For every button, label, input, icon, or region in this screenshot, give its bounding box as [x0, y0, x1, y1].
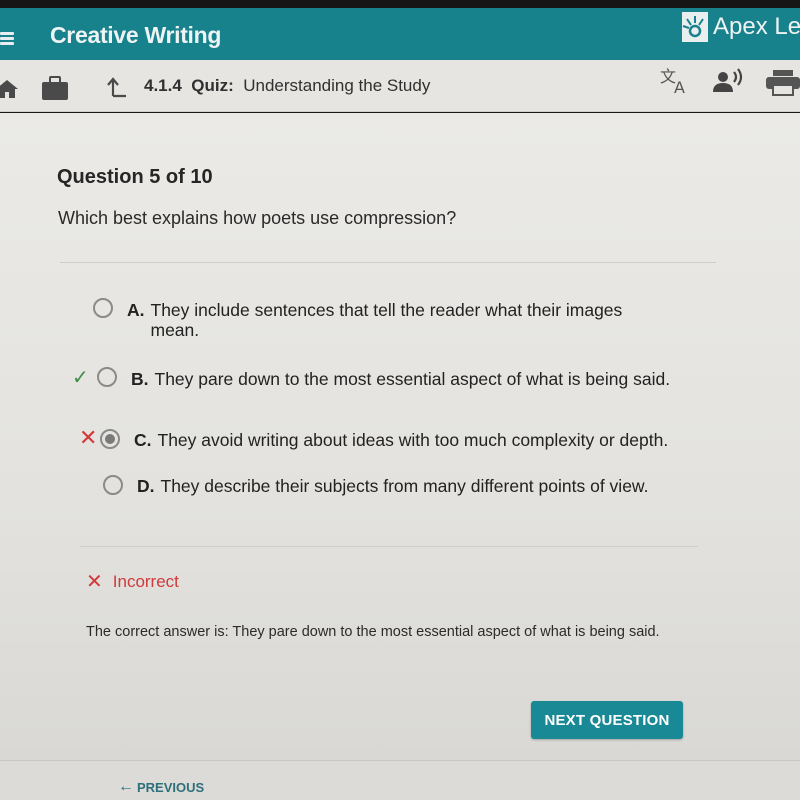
option-text: They pare down to the most essential asp… [154, 369, 671, 389]
left-arrow-icon: ← [118, 778, 134, 795]
divider [60, 262, 716, 263]
option-b[interactable]: B. They pare down to the most essential a… [131, 369, 691, 389]
option-letter: B. [131, 369, 149, 389]
briefcase-icon[interactable] [42, 76, 68, 105]
option-text: They include sentences that tell the rea… [150, 300, 623, 340]
option-b-radio[interactable] [97, 367, 117, 387]
question-text: Which best explains how poets use compre… [58, 208, 457, 228]
screen-bezel [0, 0, 800, 8]
feedback-label: Incorrect [112, 571, 179, 591]
brand-name: Apex Lea [713, 13, 800, 40]
incorrect-x-icon: ✕ [79, 425, 98, 450]
breadcrumb: 4.1.4 Quiz: Understanding the Study [144, 76, 430, 96]
option-c-radio[interactable] [100, 429, 120, 449]
next-question-button[interactable]: NEXT QUESTION [531, 701, 683, 739]
lesson-title: Understanding the Study [243, 76, 431, 95]
previous-button[interactable]: ← PREVIOUS [118, 778, 204, 796]
correct-answer-text: The correct answer is: They pare down to… [86, 624, 660, 640]
option-text: They describe their subjects from many d… [160, 476, 649, 496]
brand: Apex Lea [682, 12, 800, 42]
option-letter: C. [134, 430, 152, 450]
option-d-radio[interactable] [103, 475, 123, 495]
option-a-radio[interactable] [93, 298, 113, 318]
previous-label: PREVIOUS [137, 779, 205, 795]
option-d[interactable]: D. They describe their subjects from many… [137, 476, 717, 496]
feedback-status: ✕ Incorrect [86, 569, 179, 594]
translate-icon[interactable]: 文 A [660, 66, 692, 99]
app-title: Creative Writing [50, 22, 222, 48]
incorrect-icon: ✕ [86, 571, 103, 593]
option-letter: D. [137, 476, 155, 496]
divider [80, 546, 698, 547]
svg-text:A: A [674, 78, 685, 94]
question-number: Question 5 of 10 [57, 166, 213, 188]
lesson-type: Quiz: [191, 76, 234, 95]
apex-logo-icon [682, 12, 708, 42]
hamburger-menu-icon[interactable] [0, 32, 14, 46]
up-arrow-icon[interactable] [106, 76, 128, 103]
correct-check-icon: ✓ [72, 367, 89, 389]
option-text: They avoid writing about ideas with too … [157, 430, 669, 450]
top-bar: Creative Writing Apex Lea [0, 8, 800, 60]
print-icon[interactable] [766, 70, 800, 101]
option-c[interactable]: C. They avoid writing about ideas with to… [134, 430, 714, 450]
lesson-number: 4.1.4 [144, 76, 182, 95]
option-a[interactable]: A. They include sentences that tell the r… [127, 300, 687, 340]
option-letter: A. [127, 300, 145, 320]
audio-icon[interactable] [712, 68, 744, 99]
home-icon[interactable] [0, 80, 18, 103]
